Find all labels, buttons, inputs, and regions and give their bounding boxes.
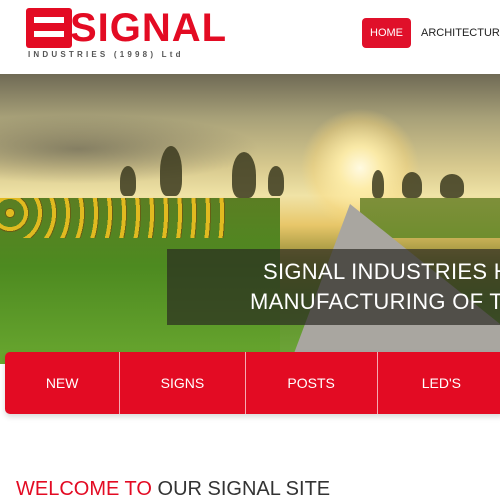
tree [160, 146, 182, 196]
category-new[interactable]: NEW [5, 352, 121, 414]
signal-logo[interactable]: SIGNAL INDUSTRIES (1998) Ltd [26, 6, 226, 59]
hero-caption-line1: SIGNAL INDUSTRIES HA [263, 259, 500, 284]
sunflower-field [0, 198, 230, 238]
tree [232, 152, 256, 198]
welcome-heading-rest: OUR SIGNAL SITE [151, 478, 331, 500]
tree [402, 172, 422, 198]
site-header: SIGNAL INDUSTRIES (1998) Ltd HOME ARCHIT… [0, 0, 500, 74]
category-bar: NEW SIGNS POSTS LED'S [5, 352, 500, 414]
welcome-heading-highlight: WELCOME TO [16, 478, 152, 500]
hero-caption-line2: MANUFACTURING OF TR [250, 289, 500, 314]
hero-banner: SIGNAL INDUSTRIES HA MANUFACTURING OF TR [0, 74, 500, 364]
category-signs[interactable]: SIGNS [120, 352, 246, 414]
category-posts[interactable]: POSTS [246, 352, 378, 414]
logo-wordmark: SIGNAL [70, 6, 228, 50]
tree [268, 166, 284, 196]
category-leds[interactable]: LED'S [378, 352, 500, 414]
tree [120, 166, 136, 196]
tree [440, 174, 464, 198]
main-nav: HOME ARCHITECTURAL [362, 18, 500, 48]
nav-architectural[interactable]: ARCHITECTURAL [411, 18, 500, 48]
tree [372, 170, 384, 198]
hero-caption: SIGNAL INDUSTRIES HA MANUFACTURING OF TR [167, 249, 500, 325]
logo-mark-icon [26, 8, 72, 48]
welcome-heading: WELCOME TO OUR SIGNAL SITE [16, 478, 330, 501]
logo-subtitle: INDUSTRIES (1998) Ltd [28, 50, 184, 59]
nav-home[interactable]: HOME [362, 18, 411, 48]
